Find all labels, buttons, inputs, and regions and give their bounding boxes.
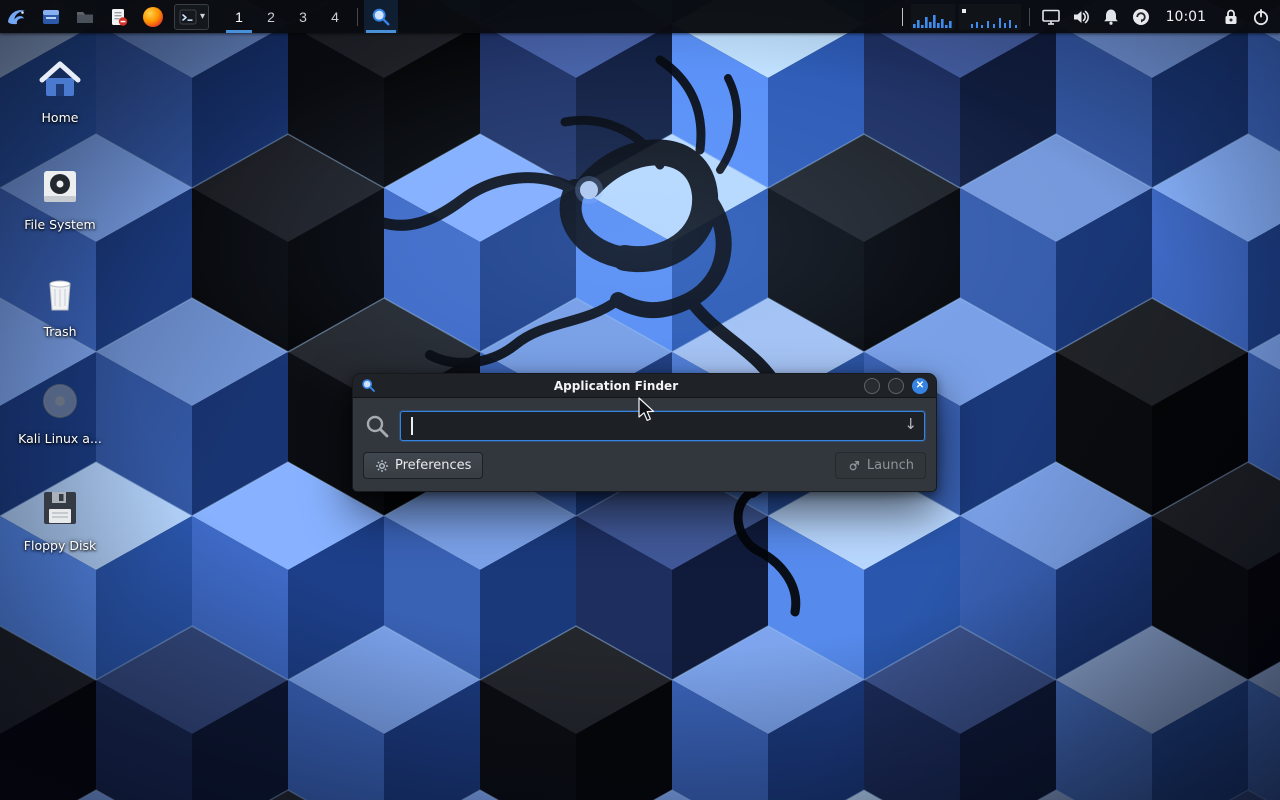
launch-icon [847,459,861,473]
window-controls: ✕ [856,378,928,394]
desktop-icon-floppy[interactable]: Floppy Disk [12,476,108,583]
kali-menu-button[interactable] [0,0,34,33]
firefox-icon [143,7,163,27]
clock[interactable]: 10:01 [1166,9,1206,25]
close-button[interactable]: ✕ [912,378,928,394]
workspace-switcher: 1 2 3 4 [223,0,351,33]
taskbar-application-finder[interactable] [364,0,398,33]
bell-icon [1101,7,1121,27]
search-input[interactable] [400,411,925,441]
maximize-button[interactable] [888,378,904,394]
home-icon [36,56,84,104]
terminal-launcher[interactable]: ▾ [174,4,209,30]
update-icon [1131,7,1151,27]
floppy-disk-icon [36,484,84,532]
gear-icon [375,459,389,473]
desktop-icon-home[interactable]: Home [12,48,108,155]
folder-launcher[interactable] [68,0,102,33]
workspace-3[interactable]: 3 [287,0,319,33]
text-editor-launcher[interactable] [102,0,136,33]
updates-tray[interactable] [1126,0,1156,33]
desktop-icon-label: File System [24,218,96,232]
panel-separator [902,8,903,26]
search-icon [364,413,390,439]
cpu-monitor-graph[interactable] [959,4,1021,30]
workspace-2[interactable]: 2 [255,0,287,33]
power-icon [1251,7,1271,27]
application-finder-window: Application Finder ✕ ↓ Preferences [352,373,937,492]
top-panel: ▾ 1 2 3 4 [0,0,1280,33]
volume-icon [1071,7,1091,27]
window-app-icon [361,378,376,393]
dialog-button-row: Preferences Launch [353,448,936,491]
network-graph-bars [911,4,955,30]
preferences-button[interactable]: Preferences [363,452,483,479]
desktop-icon-kali-volume[interactable]: Kali Linux a... [12,369,108,476]
logout-tray[interactable] [1246,0,1276,33]
close-icon: ✕ [916,381,924,391]
desktop-icon-column: Home File System Trash Kali Linux a... [12,48,108,583]
file-manager-launcher[interactable] [34,0,68,33]
minimize-button[interactable] [864,378,880,394]
display-icon [1041,7,1061,27]
launch-button[interactable]: Launch [835,452,926,479]
network-monitor-graph[interactable] [911,4,955,30]
trash-icon [36,270,84,318]
kali-logo-icon [5,5,29,29]
desktop-icon-trash[interactable]: Trash [12,262,108,369]
display-settings-tray[interactable] [1036,0,1066,33]
desktop-icon-label: Floppy Disk [24,539,96,553]
launch-label: Launch [867,458,914,473]
screen-lock-tray[interactable] [1216,0,1246,33]
terminal-icon [178,7,198,27]
folder-icon [75,7,95,27]
lock-icon [1221,7,1241,27]
volume-disk-icon [36,377,84,425]
window-title: Application Finder [376,379,856,393]
panel-separator [357,8,358,26]
file-manager-icon [41,7,61,27]
chevron-down-icon[interactable]: ▾ [200,11,205,22]
file-system-icon [36,163,84,211]
search-icon [371,7,391,27]
cpu-graph-dots [959,4,1021,30]
notifications-tray[interactable] [1096,0,1126,33]
firefox-launcher[interactable] [136,0,170,33]
desktop-icon-label: Kali Linux a... [18,432,102,446]
panel-separator [1029,8,1030,26]
search-row: ↓ [353,398,936,448]
desktop-icon-file-system[interactable]: File System [12,155,108,262]
workspace-1[interactable]: 1 [223,0,255,33]
window-titlebar[interactable]: Application Finder ✕ [353,374,936,398]
desktop-icon-label: Trash [43,325,76,339]
workspace-4[interactable]: 4 [319,0,351,33]
volume-tray[interactable] [1066,0,1096,33]
text-editor-icon [109,7,129,27]
search-input-wrap: ↓ [400,411,925,441]
desktop-icon-label: Home [42,111,79,125]
preferences-label: Preferences [395,458,471,473]
